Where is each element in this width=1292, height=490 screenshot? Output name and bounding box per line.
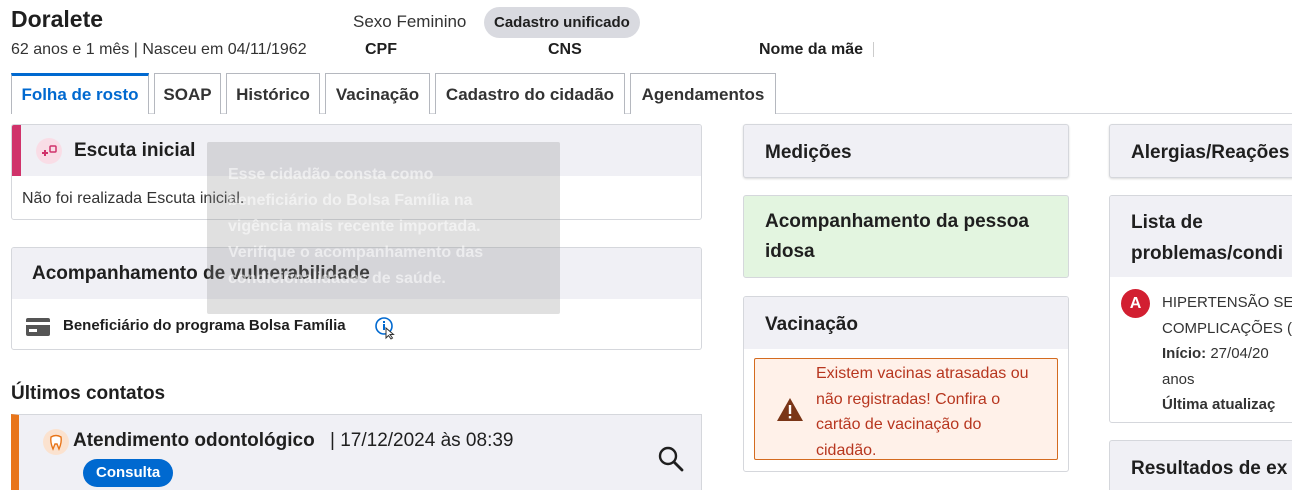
consulta-badge: Consulta bbox=[83, 459, 174, 487]
vacinacao-alert: Existem vacinas atrasadas ou não registr… bbox=[754, 358, 1058, 460]
problem-severity-badge: A bbox=[1121, 289, 1150, 318]
tooltip-text: Esse cidadão consta como beneficiário do… bbox=[228, 166, 484, 287]
tab-folha-de-rosto[interactable]: Folha de rosto bbox=[11, 73, 149, 114]
card-icon bbox=[25, 317, 51, 342]
resultados-card[interactable]: Resultados de ex bbox=[1109, 440, 1292, 490]
info-icon[interactable] bbox=[374, 316, 398, 345]
alergias-title: Alergias/Reações bbox=[1131, 142, 1290, 163]
problem-item[interactable]: HIPERTENSÃO SE COMPLICAÇÕES ( Início: 27… bbox=[1162, 290, 1292, 418]
search-icon[interactable] bbox=[657, 445, 685, 478]
mother-name-label: Nome da mãe bbox=[759, 41, 864, 58]
tab-bar: Folha de rosto SOAP Histórico Vacinação … bbox=[11, 72, 1292, 114]
problem-line1: HIPERTENSÃO SE bbox=[1162, 294, 1292, 311]
idosa-title: Acompanhamento da pessoa idosa bbox=[765, 211, 1029, 262]
inicio-label: Início: bbox=[1162, 345, 1207, 362]
tab-cadastro-do-cidadao[interactable]: Cadastro do cidadão bbox=[435, 73, 625, 114]
vacinacao-title: Vacinação bbox=[765, 314, 858, 335]
medicoes-title: Medições bbox=[765, 142, 852, 163]
contato-title: Atendimento odontológico bbox=[73, 430, 315, 451]
vacinacao-header[interactable]: Vacinação bbox=[744, 297, 1068, 349]
patient-age: 62 anos e 1 mês | Nasceu em 04/11/1962 bbox=[11, 41, 307, 58]
problemas-header[interactable]: Lista de problemas/condi bbox=[1110, 196, 1292, 277]
tooth-icon bbox=[43, 429, 69, 455]
idosa-card[interactable]: Acompanhamento da pessoa idosa bbox=[743, 195, 1069, 278]
cpf-label: CPF bbox=[365, 41, 397, 58]
patient-header: Doralete Sexo Feminino Cadastro unificad… bbox=[0, 0, 1292, 72]
problemas-title: Lista de problemas/condi bbox=[1131, 212, 1284, 264]
contato-date: | 17/12/2024 às 08:39 bbox=[330, 430, 514, 451]
patient-name: Doralete bbox=[11, 6, 104, 32]
separator bbox=[873, 42, 874, 57]
alergias-card[interactable]: Alergias/Reações bbox=[1109, 124, 1292, 178]
problem-anos: anos bbox=[1162, 370, 1195, 388]
problem-ultima: Última atualizaç bbox=[1162, 396, 1276, 413]
vacinacao-alert-text: Existem vacinas atrasadas ou não registr… bbox=[816, 365, 1029, 459]
cns-label: CNS bbox=[548, 41, 582, 58]
cadastro-badge: Cadastro unificado bbox=[484, 7, 640, 38]
problem-inicio: Início: 27/04/20 bbox=[1162, 341, 1292, 367]
resultados-title: Resultados de ex bbox=[1131, 458, 1288, 479]
escuta-inicial-title: Escuta inicial bbox=[74, 140, 196, 161]
problem-line2: COMPLICAÇÕES ( bbox=[1162, 319, 1292, 337]
escuta-icon bbox=[36, 138, 62, 164]
bolsa-familia-label: Beneficiário do programa Bolsa Família bbox=[63, 317, 346, 334]
medicoes-card[interactable]: Medições bbox=[743, 124, 1069, 178]
tab-soap[interactable]: SOAP bbox=[154, 73, 221, 114]
tab-historico[interactable]: Histórico bbox=[226, 73, 320, 114]
tab-agendamentos[interactable]: Agendamentos bbox=[630, 73, 776, 114]
warning-icon bbox=[776, 397, 804, 428]
tab-vacinacao[interactable]: Vacinação bbox=[325, 73, 430, 114]
patient-sex: Sexo Feminino bbox=[353, 12, 467, 31]
inicio-value: 27/04/20 bbox=[1210, 345, 1269, 362]
contato-card[interactable]: Atendimento odontológico | 17/12/2024 às… bbox=[11, 414, 702, 490]
bolsa-familia-tooltip: Esse cidadão consta como beneficiário do… bbox=[207, 142, 560, 314]
ultimos-contatos-title: Últimos contatos bbox=[11, 383, 166, 404]
